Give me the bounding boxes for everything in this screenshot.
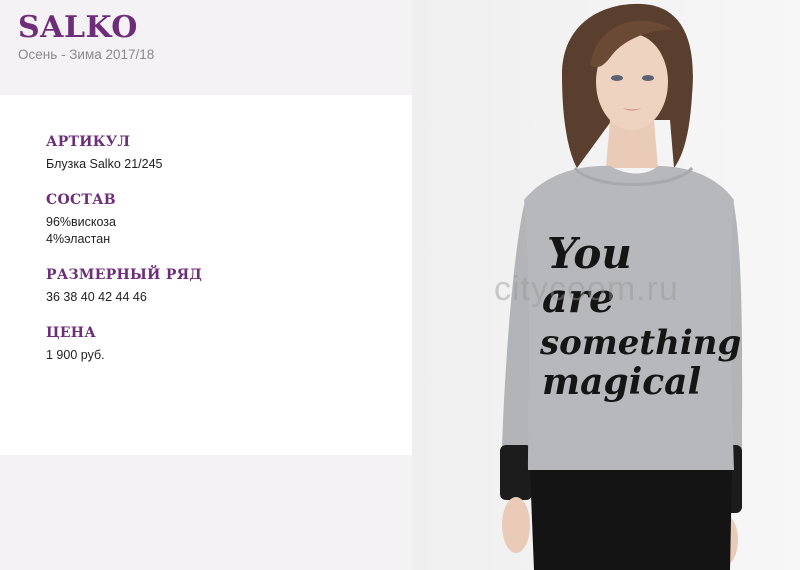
left-hand xyxy=(502,497,530,553)
print-line-3: something xyxy=(539,323,741,363)
black-trousers xyxy=(530,470,732,570)
composition-line: 4%эластан xyxy=(46,232,111,246)
sizes-heading: РАЗМЕРНЫЙ РЯД xyxy=(46,267,203,283)
eye-right xyxy=(642,75,654,81)
price-heading: ЦЕНА xyxy=(46,325,97,341)
article-heading: АРТИКУЛ xyxy=(46,134,131,150)
eye-left xyxy=(611,75,623,81)
brand-title: SALKO xyxy=(18,10,138,45)
price-section: ЦЕНА 1 900 руб. xyxy=(46,325,105,364)
footer-band xyxy=(0,455,412,570)
watermark-text: citycoom.ru xyxy=(494,270,679,308)
composition-section: СОСТАВ 96%вискоза 4%эластан xyxy=(46,192,116,248)
composition-line: 96%вискоза xyxy=(46,215,116,229)
composition-heading: СОСТАВ xyxy=(46,192,116,208)
print-line-4: magical xyxy=(542,361,701,403)
article-section: АРТИКУЛ Блузка Salko 21/245 xyxy=(46,134,162,173)
season-subtitle: Осень - Зима 2017/18 xyxy=(18,47,155,62)
sizes-section: РАЗМЕРНЫЙ РЯД 36 38 40 42 44 46 xyxy=(46,267,202,306)
price-value: 1 900 руб. xyxy=(46,348,105,362)
article-value: Блузка Salko 21/245 xyxy=(46,157,163,171)
left-lace-cuff xyxy=(500,445,532,500)
sizes-value: 36 38 40 42 44 46 xyxy=(46,290,147,304)
product-photo: You are something magical citycoom.ru xyxy=(412,0,800,570)
